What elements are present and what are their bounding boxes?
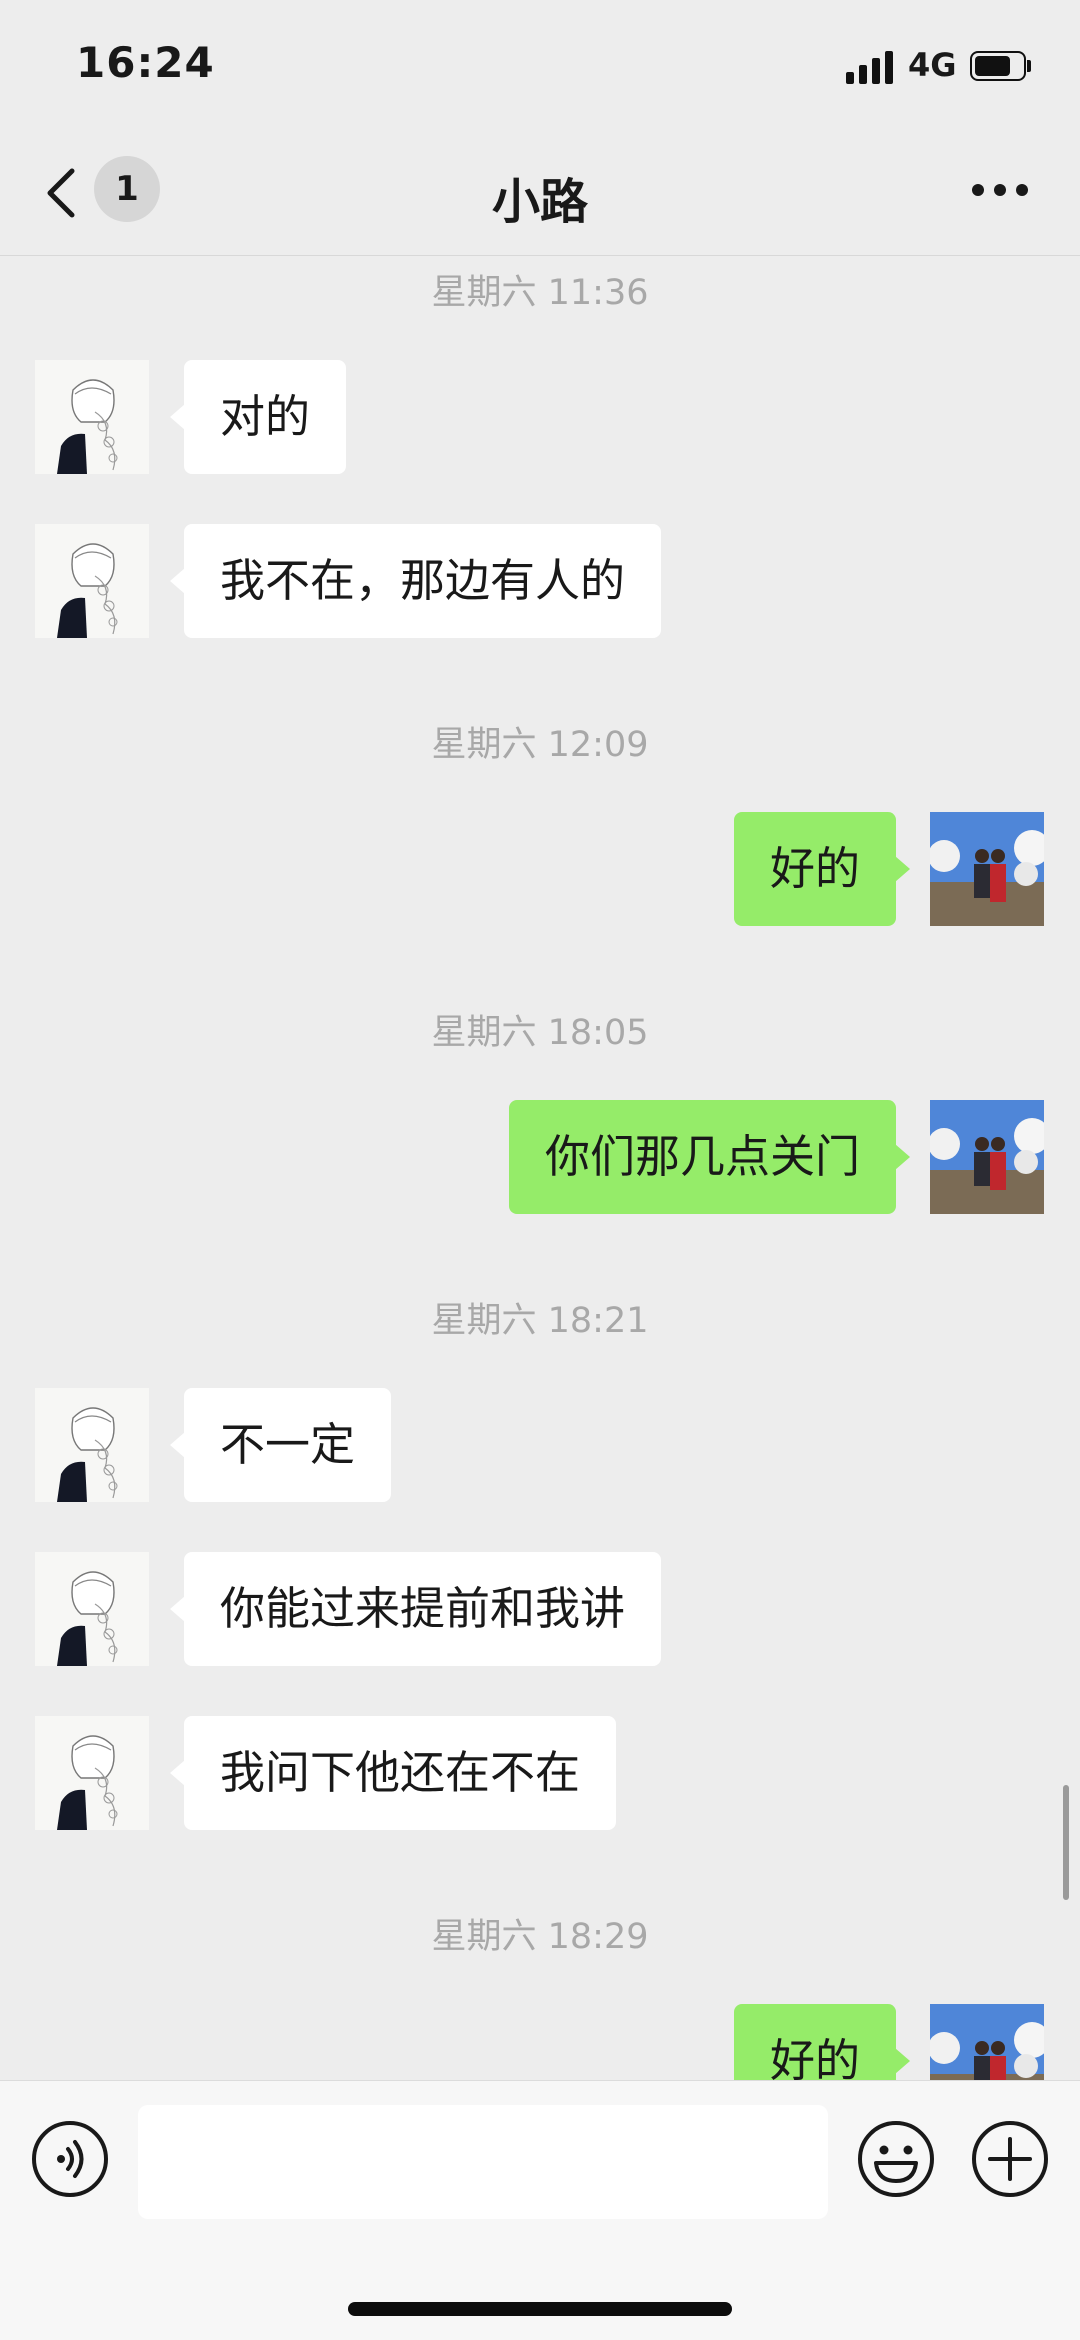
scrollbar[interactable] (1063, 1785, 1069, 1900)
incoming-message-bubble[interactable]: 对的 (169, 360, 347, 474)
message-list: 星期六 11:36 对的 我不在，那边有人的 星期六 12:09 好的 星期六 … (0, 256, 1080, 2080)
contact-avatar[interactable] (35, 1552, 149, 1666)
my-avatar[interactable] (930, 2004, 1044, 2080)
message-timestamp: 星期六 18:21 (431, 1301, 649, 1341)
my-avatar[interactable] (930, 1100, 1044, 1214)
ellipsis-icon[interactable] (972, 184, 1028, 198)
contact-avatar[interactable] (35, 1716, 149, 1830)
incoming-message-bubble[interactable]: 我问下他还在不在 (169, 1716, 617, 1830)
cellular-signal-icon (846, 50, 896, 84)
message-input[interactable] (138, 2105, 828, 2219)
incoming-message-bubble[interactable]: 你能过来提前和我讲 (169, 1552, 662, 1666)
emoji-icon[interactable] (856, 2119, 936, 2199)
battery-icon (970, 51, 1032, 81)
incoming-message-bubble[interactable]: 我不在，那边有人的 (169, 524, 662, 638)
outgoing-message-bubble[interactable]: 好的 (733, 2004, 911, 2080)
contact-avatar[interactable] (35, 360, 149, 474)
message-timestamp: 星期六 18:29 (431, 1917, 649, 1957)
status-bar: 16:24 4G (0, 0, 1080, 135)
network-type: 4G (908, 46, 957, 84)
outgoing-message-bubble[interactable]: 好的 (733, 812, 911, 926)
outgoing-message-bubble[interactable]: 你们那几点关门 (508, 1100, 911, 1214)
status-time: 16:24 (76, 38, 215, 87)
chat-title: 小路 (491, 174, 588, 230)
message-timestamp: 星期六 18:05 (431, 1013, 649, 1053)
plus-icon[interactable] (970, 2119, 1050, 2199)
message-timestamp: 星期六 11:36 (431, 273, 649, 313)
home-indicator (348, 2302, 732, 2316)
contact-avatar[interactable] (35, 524, 149, 638)
my-avatar[interactable] (930, 812, 1044, 926)
incoming-message-bubble[interactable]: 不一定 (169, 1388, 392, 1502)
message-input-bar (0, 2080, 1080, 2340)
contact-avatar[interactable] (35, 1388, 149, 1502)
message-timestamp: 星期六 12:09 (431, 725, 649, 765)
voice-icon[interactable] (30, 2119, 110, 2199)
